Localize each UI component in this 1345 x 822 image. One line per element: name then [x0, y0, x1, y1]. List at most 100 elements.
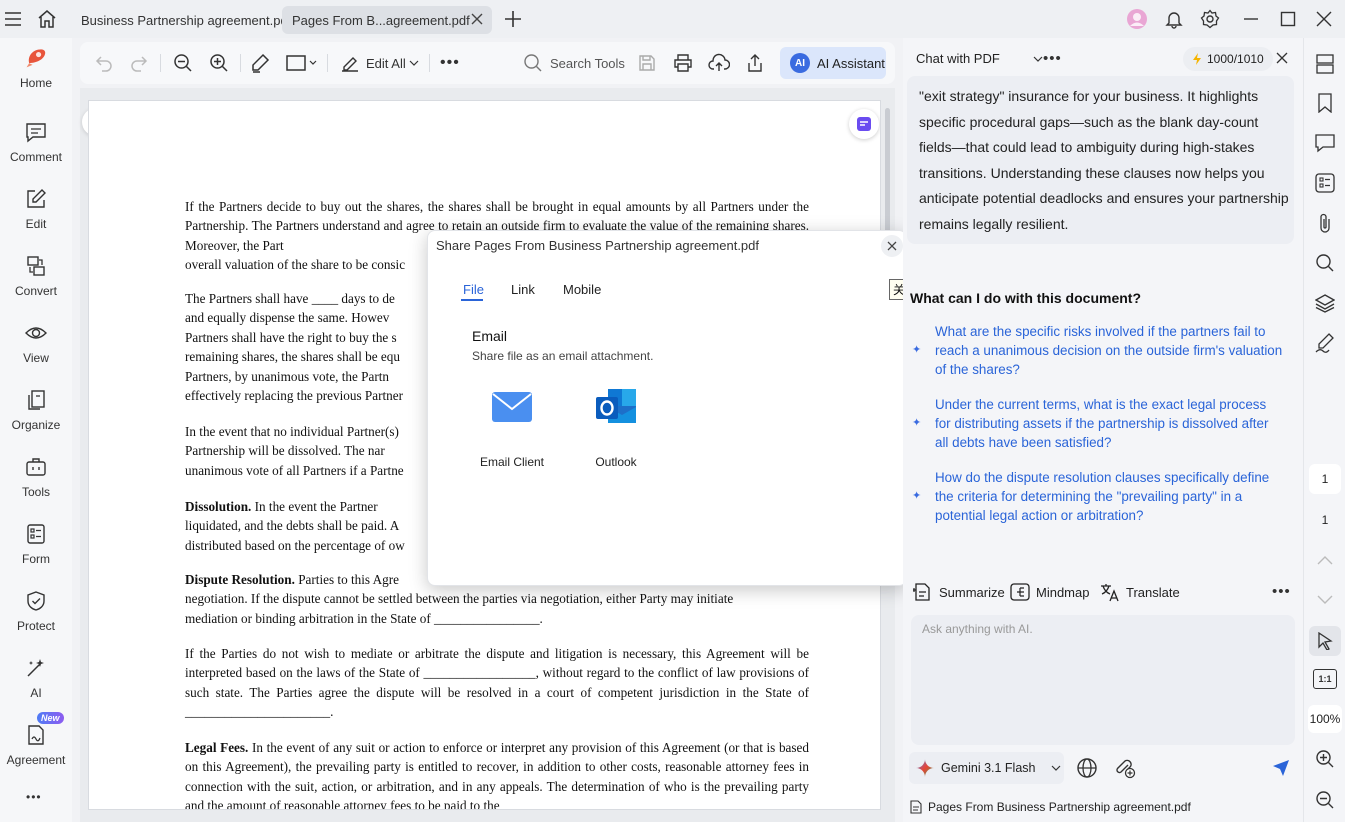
- bell-icon[interactable]: [1163, 8, 1185, 30]
- translate-icon: [1101, 584, 1119, 602]
- actual-size-icon[interactable]: 1:1: [1313, 669, 1337, 689]
- option-label: Email Client: [479, 455, 545, 469]
- search-panel-icon[interactable]: [1313, 251, 1337, 275]
- nav-item-organize[interactable]: Organize: [0, 388, 72, 448]
- redo-icon[interactable]: [129, 51, 149, 75]
- settings-gear-icon[interactable]: [1199, 8, 1221, 30]
- chat-mode-label: Chat with PDF: [916, 51, 1000, 66]
- zoom-level[interactable]: 100%: [1308, 705, 1342, 733]
- sparkle-icon: ✦: [912, 490, 922, 502]
- model-select[interactable]: Gemini 3.1 Flash: [909, 752, 1064, 784]
- nav-item-comment[interactable]: Comment: [0, 120, 72, 180]
- view-icon: [24, 321, 48, 345]
- send-icon[interactable]: [1272, 759, 1290, 777]
- tab-pages-from[interactable]: Pages From B...agreement.pdf: [282, 6, 492, 34]
- chevron-down-icon: [1052, 765, 1061, 771]
- document-scrollbar[interactable]: [885, 108, 890, 248]
- maximize-icon[interactable]: [1277, 8, 1299, 30]
- nav-item-view[interactable]: View: [0, 321, 72, 381]
- nav-item-convert[interactable]: Convert: [0, 254, 72, 314]
- print-icon[interactable]: [673, 51, 693, 75]
- tab-link[interactable]: Link: [511, 282, 535, 297]
- right-rail: 1 1 1:1 100%: [1303, 38, 1345, 822]
- attach-file-icon[interactable]: [1114, 757, 1136, 779]
- thumbnails-icon[interactable]: [1313, 52, 1337, 76]
- undo-icon[interactable]: [94, 51, 114, 75]
- suggestions-heading: What can I do with this document?: [910, 290, 1141, 306]
- edit-all-button[interactable]: Edit All: [340, 51, 419, 75]
- ai-floating-icon[interactable]: [849, 109, 879, 139]
- search-icon: [524, 54, 542, 72]
- close-tab-icon[interactable]: [470, 12, 484, 26]
- protect-icon: [24, 589, 48, 613]
- document-paragraph: Legal Fees. In the event of any suit or …: [185, 740, 809, 810]
- mindmap-button[interactable]: Mindmap: [1010, 581, 1089, 603]
- form-fields-icon[interactable]: [1313, 171, 1337, 195]
- highlight-pen-icon[interactable]: [250, 51, 270, 75]
- nav-item-protect[interactable]: Protect: [0, 589, 72, 649]
- edit-icon: [24, 187, 48, 211]
- more-tools-icon[interactable]: •••: [440, 51, 460, 75]
- suggestion-item[interactable]: What are the specific risks involved if …: [935, 322, 1285, 379]
- tab-file[interactable]: File: [463, 282, 484, 297]
- nav-label: AI: [30, 686, 42, 700]
- page-up-icon[interactable]: [1313, 548, 1337, 572]
- select-cursor-icon[interactable]: [1309, 626, 1341, 656]
- translate-button[interactable]: Translate: [1100, 581, 1180, 603]
- shape-rectangle-icon[interactable]: [285, 51, 317, 75]
- web-search-globe-icon[interactable]: [1076, 757, 1098, 779]
- new-tab-icon[interactable]: [502, 8, 524, 30]
- minimize-icon[interactable]: [1240, 8, 1262, 30]
- nav-item-edit[interactable]: Edit: [0, 187, 72, 247]
- signature-icon[interactable]: [1313, 331, 1337, 355]
- more-nav-icon[interactable]: •••: [26, 790, 42, 804]
- page-down-icon[interactable]: [1313, 588, 1337, 612]
- upload-cloud-icon[interactable]: [708, 51, 730, 75]
- dialog-close-button[interactable]: [881, 235, 903, 257]
- nav-item-form[interactable]: Form: [0, 522, 72, 582]
- bookmark-icon[interactable]: [1313, 91, 1337, 115]
- save-icon[interactable]: [637, 51, 657, 75]
- nav-item-agreement[interactable]: Agreement: [0, 723, 72, 783]
- chat-more-icon[interactable]: •••: [1043, 50, 1062, 67]
- page-number-input[interactable]: 1: [1309, 464, 1341, 494]
- zoom-in-icon[interactable]: [209, 51, 229, 75]
- input-placeholder: Ask anything with AI.: [922, 622, 1033, 636]
- layers-icon[interactable]: [1313, 291, 1337, 315]
- menu-icon[interactable]: [2, 8, 24, 30]
- search-tools-input[interactable]: Search Tools: [523, 51, 625, 75]
- summarize-button[interactable]: Summarize: [913, 581, 1005, 603]
- toolbar: Edit All ••• Search Tools AI AI Assistan…: [80, 42, 895, 84]
- share-icon[interactable]: [745, 51, 765, 75]
- zoom-out-icon[interactable]: [173, 51, 193, 75]
- tab-mobile[interactable]: Mobile: [563, 282, 601, 297]
- actions-more-icon[interactable]: •••: [1272, 583, 1291, 600]
- tab-business-partnership[interactable]: Business Partnership agreement.pdf: [71, 6, 301, 34]
- section-title: Email: [472, 328, 508, 344]
- outlook-option[interactable]: Outlook: [580, 383, 652, 471]
- nav-label: Tools: [21, 485, 50, 499]
- suggestion-item[interactable]: Under the current terms, what is the exa…: [935, 395, 1285, 452]
- nav-item-ai[interactable]: AI: [0, 656, 72, 716]
- zoom-out-rail-icon[interactable]: [1313, 788, 1337, 812]
- attachments-icon[interactable]: [1313, 211, 1337, 235]
- home-icon[interactable]: [36, 8, 58, 30]
- sparkle-icon: ✦: [912, 344, 922, 356]
- nav-item-tools[interactable]: Tools: [0, 455, 72, 515]
- chat-mode-select[interactable]: Chat with PDF: [916, 51, 1043, 66]
- nav-item-home[interactable]: Home: [0, 46, 72, 106]
- mindmap-icon: [1010, 583, 1030, 601]
- new-badge: New: [37, 712, 64, 724]
- document-paragraph: If the Parties do not wish to mediate or…: [185, 646, 809, 720]
- avatar[interactable]: [1126, 8, 1148, 30]
- nav-label: Form: [22, 552, 50, 566]
- edit-all-label: Edit All: [366, 55, 406, 71]
- close-window-icon[interactable]: [1313, 8, 1335, 30]
- zoom-in-rail-icon[interactable]: [1313, 747, 1337, 771]
- email-client-option[interactable]: Email Client: [476, 383, 548, 471]
- suggestion-item[interactable]: How do the dispute resolution clauses sp…: [935, 468, 1285, 525]
- ai-input-field[interactable]: Ask anything with AI.: [911, 615, 1295, 745]
- close-panel-icon[interactable]: [1276, 52, 1288, 64]
- ai-assistant-button[interactable]: AI AI Assistant: [780, 47, 886, 79]
- comments-panel-icon[interactable]: [1313, 131, 1337, 155]
